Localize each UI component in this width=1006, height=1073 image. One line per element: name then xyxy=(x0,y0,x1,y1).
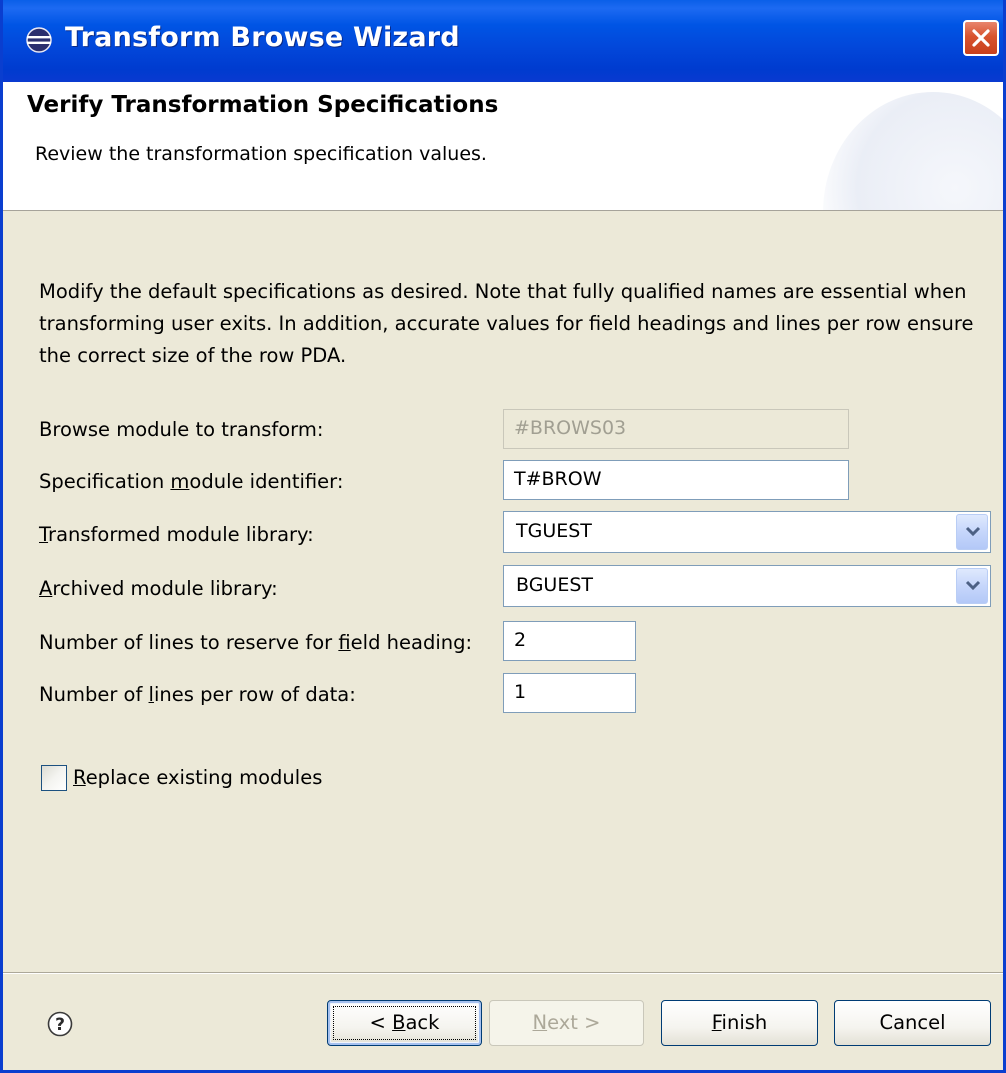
chevron-down-icon xyxy=(965,580,981,591)
close-icon xyxy=(972,29,990,47)
transformed-library-label: Transformed module library: xyxy=(39,523,314,546)
eclipse-icon xyxy=(26,27,52,53)
intro-text: Modify the default specifications as des… xyxy=(39,280,974,367)
replace-existing-checkbox[interactable] xyxy=(41,765,67,791)
archived-library-label: Archived module library: xyxy=(39,577,278,600)
archived-library-dropdown-button[interactable] xyxy=(956,568,988,604)
title-bar[interactable]: Transform Browse Wizard xyxy=(3,0,1003,83)
finish-button[interactable]: Finish xyxy=(661,1000,818,1046)
transformed-library-combo[interactable]: TGUEST xyxy=(503,511,991,553)
next-button: Next > xyxy=(489,1000,644,1046)
heading-lines-field[interactable]: 2 xyxy=(503,621,636,661)
chevron-down-icon xyxy=(965,526,981,537)
back-button[interactable]: < Back xyxy=(327,1000,482,1046)
row-lines-label: Number of lines per row of data: xyxy=(39,683,356,706)
archived-library-value: BGUEST xyxy=(516,574,594,596)
footer-divider xyxy=(3,972,1003,974)
cancel-button[interactable]: Cancel xyxy=(834,1000,991,1046)
svg-text:?: ? xyxy=(55,1015,65,1035)
page-description: Review the transformation specification … xyxy=(35,143,487,165)
spec-module-id-field[interactable]: T#BROW xyxy=(503,460,849,500)
browse-module-label: Browse module to transform: xyxy=(39,418,324,441)
header-banner-graphic xyxy=(823,92,1003,210)
wizard-dialog: Transform Browse Wizard Verify Transform… xyxy=(0,0,1006,1073)
replace-existing-label[interactable]: Replace existing modules xyxy=(73,766,322,789)
transformed-library-value: TGUEST xyxy=(516,520,592,542)
window-title: Transform Browse Wizard xyxy=(65,22,460,53)
page-title: Verify Transformation Specifications xyxy=(27,92,499,118)
archived-library-combo[interactable]: BGUEST xyxy=(503,565,991,607)
spec-module-id-label: Specification module identifier: xyxy=(39,470,344,493)
transformed-library-dropdown-button[interactable] xyxy=(956,514,988,550)
help-icon[interactable]: ? xyxy=(47,1011,73,1037)
row-lines-field[interactable]: 1 xyxy=(503,673,636,713)
browse-module-field: #BROWS03 xyxy=(503,409,849,449)
close-button[interactable] xyxy=(963,20,999,56)
heading-lines-label: Number of lines to reserve for field hea… xyxy=(39,631,473,654)
